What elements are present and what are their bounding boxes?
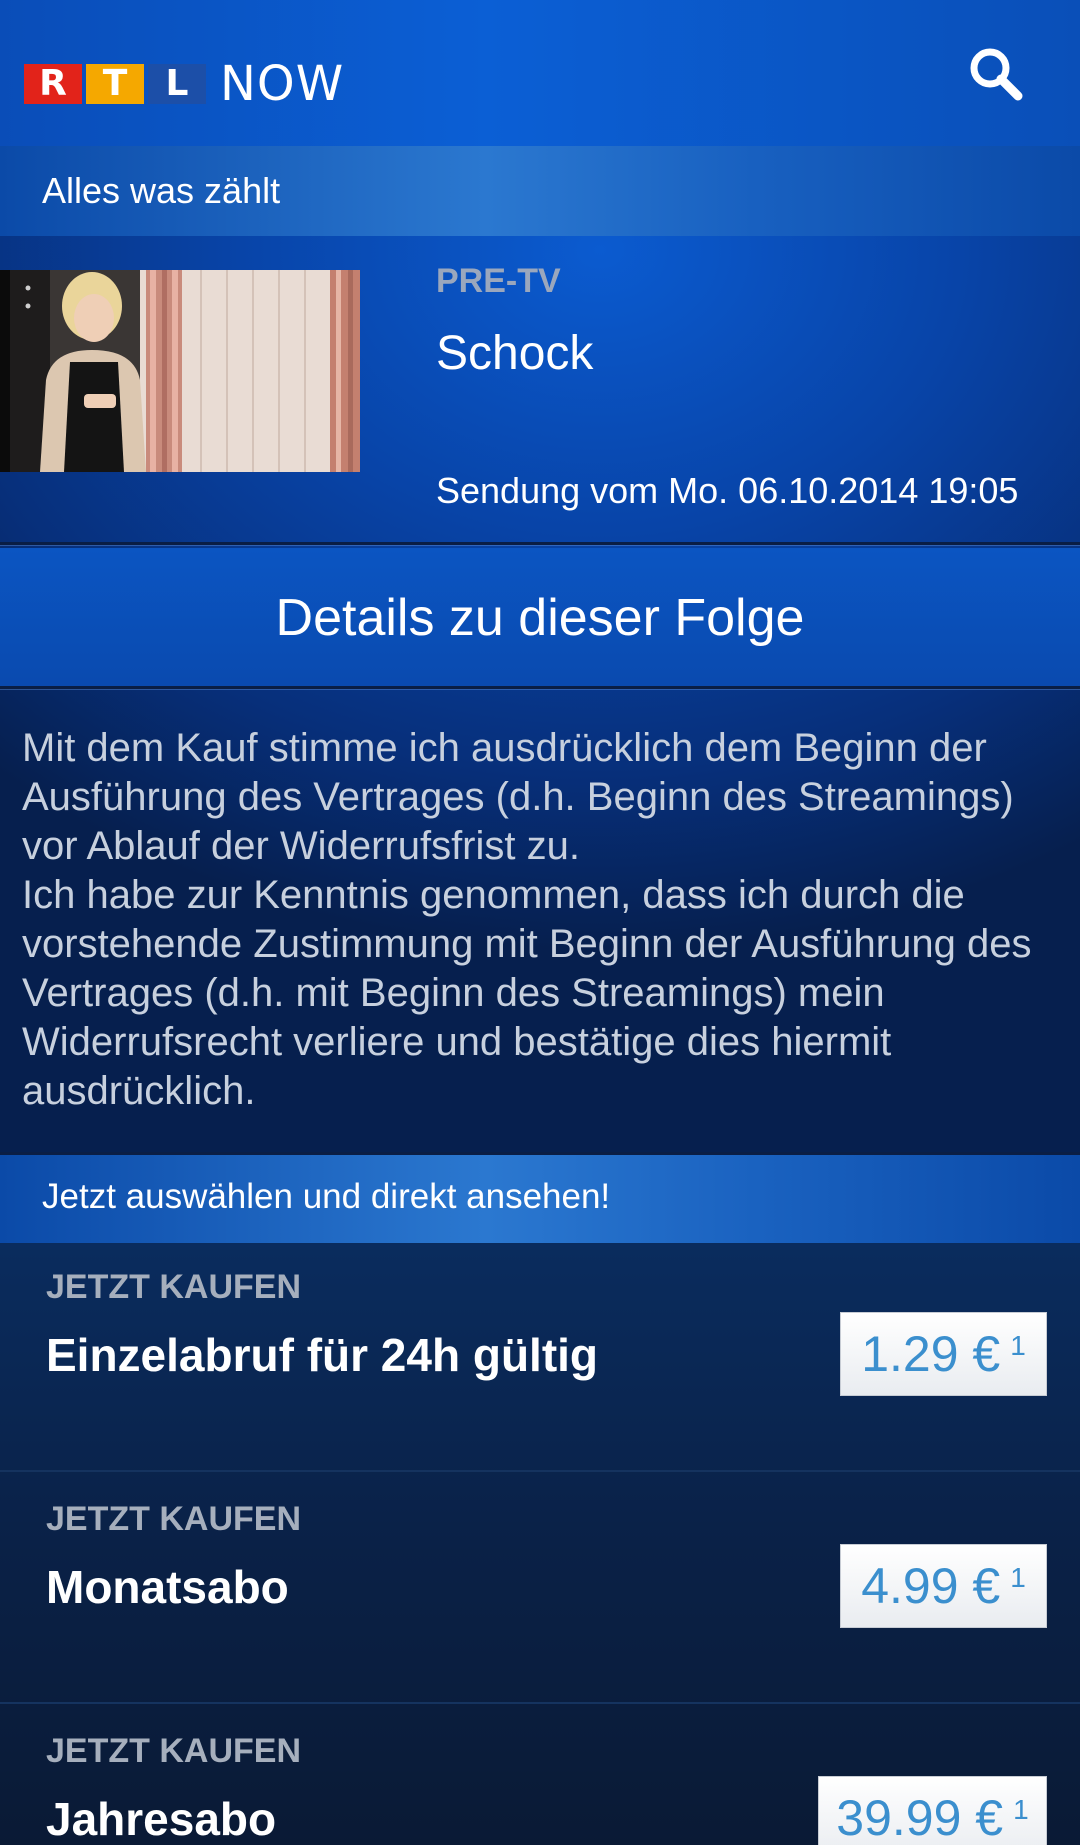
offer-row[interactable]: JETZT KAUFEN Monatsabo 4.99 € 1	[0, 1472, 1080, 1702]
offer-kicker: JETZT KAUFEN	[46, 1500, 301, 1538]
section-divider	[0, 542, 1080, 545]
price-footnote: 1	[1010, 1330, 1026, 1361]
section-divider	[0, 686, 1080, 689]
legal-paragraph: Ich habe zur Kenntnis genommen, dass ich…	[22, 873, 1032, 1113]
logo-letter-r: R	[24, 64, 82, 104]
offer-name: Monatsabo	[46, 1561, 289, 1613]
price-footnote: 1	[1010, 1562, 1026, 1593]
price-value: 39.99 €	[836, 1790, 1004, 1845]
offer-kicker: JETZT KAUFEN	[46, 1268, 301, 1306]
price-button[interactable]: 1.29 € 1	[840, 1312, 1047, 1396]
purchase-header: Jetzt auswählen und direkt ansehen!	[0, 1152, 1080, 1243]
episode-category: PRE-TV	[436, 262, 561, 300]
price-button[interactable]: 39.99 € 1	[818, 1776, 1047, 1845]
episode-title: Schock	[436, 327, 594, 380]
episode-air-date: Sendung vom Mo. 06.10.2014 19:05	[436, 470, 1019, 511]
legal-notice: Mit dem Kauf stimme ich ausdrücklich dem…	[22, 724, 1067, 1116]
app-screen: R T L NOW Alles was zählt PRE-TV Schock …	[0, 0, 1080, 1845]
offer-row[interactable]: JETZT KAUFEN Jahresabo 39.99 € 1	[0, 1704, 1080, 1845]
search-icon	[970, 48, 1023, 101]
details-heading: Details zu dieser Folge	[275, 589, 805, 647]
logo-now-text: NOW	[220, 56, 345, 112]
price-value: 4.99 €	[861, 1558, 1001, 1614]
offer-name: Jahresabo	[46, 1793, 277, 1845]
app-header: R T L NOW	[0, 0, 1080, 146]
episode-thumbnail[interactable]	[0, 270, 360, 472]
price-footnote: 1	[1013, 1794, 1029, 1825]
rtl-logo-box: R T L	[24, 64, 206, 104]
offer-name: Einzelabruf für 24h gültig	[46, 1329, 599, 1381]
rtl-now-logo[interactable]: R T L NOW	[24, 56, 344, 112]
episode-thumbnail-image	[0, 270, 360, 472]
offer-kicker: JETZT KAUFEN	[46, 1732, 301, 1770]
price-button[interactable]: 4.99 € 1	[840, 1544, 1047, 1628]
purchase-heading: Jetzt auswählen und direkt ansehen!	[42, 1177, 611, 1216]
logo-letter-t: T	[86, 64, 144, 104]
search-button[interactable]	[966, 44, 1026, 104]
legal-paragraph: Mit dem Kauf stimme ich ausdrücklich dem…	[22, 726, 1014, 868]
details-header: Details zu dieser Folge	[0, 548, 1080, 686]
price-value: 1.29 €	[861, 1326, 1001, 1382]
logo-letter-l: L	[148, 64, 206, 104]
offer-row[interactable]: JETZT KAUFEN Einzelabruf für 24h gültig …	[0, 1240, 1080, 1470]
show-title-bar: Alles was zählt	[0, 146, 1080, 236]
show-title: Alles was zählt	[42, 170, 281, 211]
